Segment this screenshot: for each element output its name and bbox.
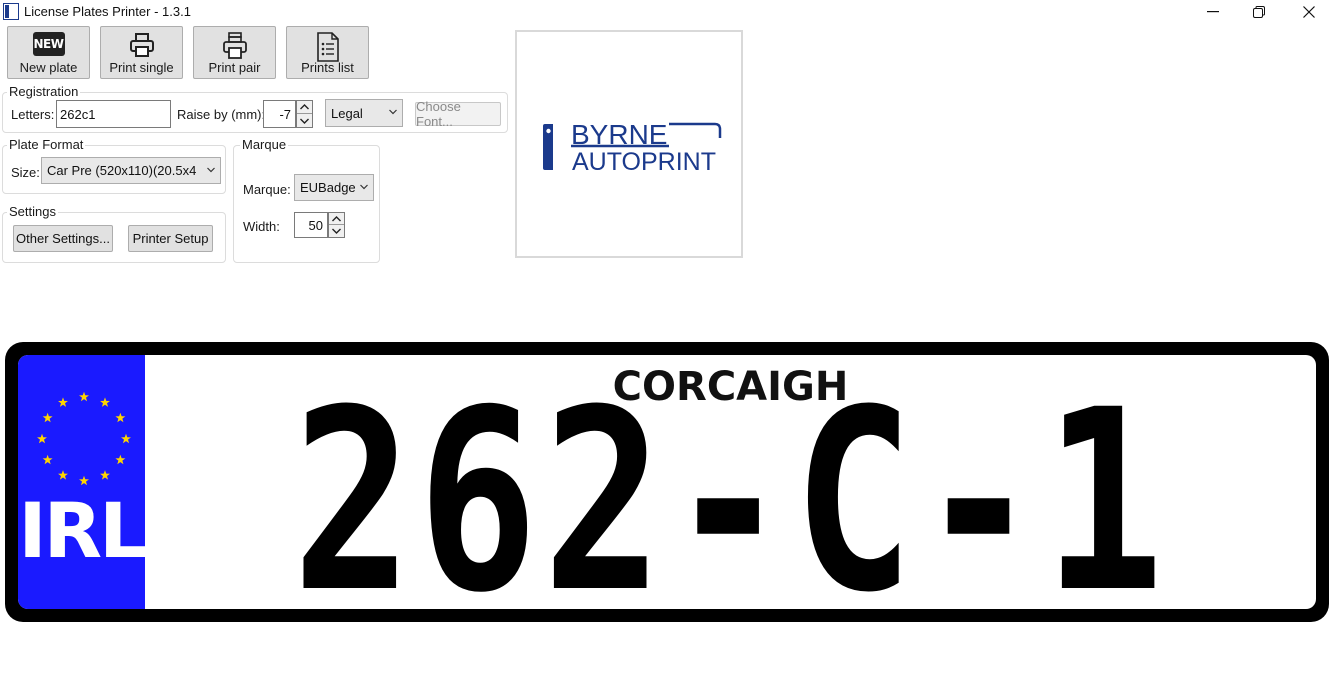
width-label: Width: xyxy=(243,219,280,234)
minimize-icon xyxy=(1207,11,1219,13)
eu-stars-icon xyxy=(37,391,131,486)
spin-down-icon[interactable] xyxy=(329,225,344,237)
chevron-down-icon xyxy=(389,109,397,115)
eu-star-icon xyxy=(58,470,68,480)
size-value: Car Pre (520x110)(20.5x4.4" xyxy=(47,163,197,178)
logo-preview: BYRNE AUTOPRINT xyxy=(515,30,743,258)
logo-line2: AUTOPRINT xyxy=(572,148,716,176)
new-plate-label: New plate xyxy=(19,60,78,75)
new-icon: NEW xyxy=(32,32,65,56)
plate-number: 262-C-1 xyxy=(292,356,1169,610)
printer-pair-icon xyxy=(222,32,247,59)
close-icon xyxy=(1303,6,1315,18)
raise-by-label: Raise by (mm): xyxy=(177,107,266,122)
width-spinner[interactable] xyxy=(328,212,345,238)
eu-star-icon xyxy=(115,412,126,423)
marque-label: Marque: xyxy=(243,182,291,197)
registration-group-title: Registration xyxy=(7,84,81,99)
marque-select[interactable]: EUBadge xyxy=(294,174,374,201)
minimize-button[interactable] xyxy=(1190,0,1236,24)
print-single-button[interactable]: Print single xyxy=(100,26,183,79)
eu-star-icon xyxy=(100,397,110,407)
font-style-value: Legal xyxy=(331,105,363,121)
title-bar: License Plates Printer - 1.3.1 xyxy=(0,0,1334,24)
eu-star-icon xyxy=(79,391,89,402)
spin-down-icon[interactable] xyxy=(297,114,312,127)
country-code: IRL xyxy=(18,486,147,575)
other-settings-button[interactable]: Other Settings... xyxy=(13,225,113,252)
letters-input[interactable]: 262c1 xyxy=(56,100,171,128)
window-title: License Plates Printer - 1.3.1 xyxy=(24,4,191,19)
new-plate-button[interactable]: NEW New plate xyxy=(7,26,90,79)
eu-star-icon xyxy=(42,454,53,465)
eu-star-icon xyxy=(42,412,53,423)
plate-face: IRL CORCAIGH 262-C-1 xyxy=(18,355,1316,609)
printer-icon xyxy=(129,33,154,57)
logo-line1: BYRNE xyxy=(571,119,667,150)
eu-star-icon xyxy=(58,397,68,407)
font-style-select[interactable]: Legal xyxy=(325,99,403,127)
width-input[interactable]: 50 xyxy=(294,212,328,238)
prints-list-label: Prints list xyxy=(301,60,354,75)
size-label: Size: xyxy=(11,165,40,180)
eu-star-icon xyxy=(100,470,110,480)
eu-band: IRL xyxy=(18,355,148,609)
restore-button[interactable] xyxy=(1236,0,1282,24)
chevron-down-icon xyxy=(207,167,215,172)
printer-setup-button[interactable]: Printer Setup xyxy=(128,225,213,252)
plate-preview: IRL CORCAIGH 262-C-1 xyxy=(5,342,1329,622)
raise-by-input[interactable]: -7 xyxy=(263,100,296,128)
eu-star-icon xyxy=(121,433,131,444)
plate-format-group-title: Plate Format xyxy=(7,137,86,152)
app-icon xyxy=(3,3,19,20)
print-single-label: Print single xyxy=(109,60,174,75)
chevron-down-icon xyxy=(360,184,368,189)
spin-up-icon[interactable] xyxy=(329,213,344,225)
marque-value: EUBadge xyxy=(300,180,356,195)
settings-group-title: Settings xyxy=(7,204,58,219)
prints-list-button[interactable]: Prints list xyxy=(286,26,369,79)
size-select[interactable]: Car Pre (520x110)(20.5x4.4" xyxy=(41,157,221,184)
choose-font-button[interactable]: Choose Font... xyxy=(415,99,501,129)
restore-icon xyxy=(1253,6,1265,18)
print-pair-label: Print pair xyxy=(208,60,261,75)
letters-label: Letters: xyxy=(11,107,55,122)
marque-group xyxy=(233,145,380,263)
print-pair-button[interactable]: Print pair xyxy=(193,26,276,79)
raise-by-spinner[interactable] xyxy=(296,100,313,128)
byrne-autoprint-logo: BYRNE AUTOPRINT xyxy=(543,119,722,176)
close-button[interactable] xyxy=(1286,0,1332,24)
eu-star-icon xyxy=(79,475,89,486)
spin-up-icon[interactable] xyxy=(297,101,312,114)
marque-group-title: Marque xyxy=(240,137,289,152)
list-icon xyxy=(316,32,339,62)
eu-star-icon xyxy=(37,433,47,444)
eu-star-icon xyxy=(115,454,126,465)
